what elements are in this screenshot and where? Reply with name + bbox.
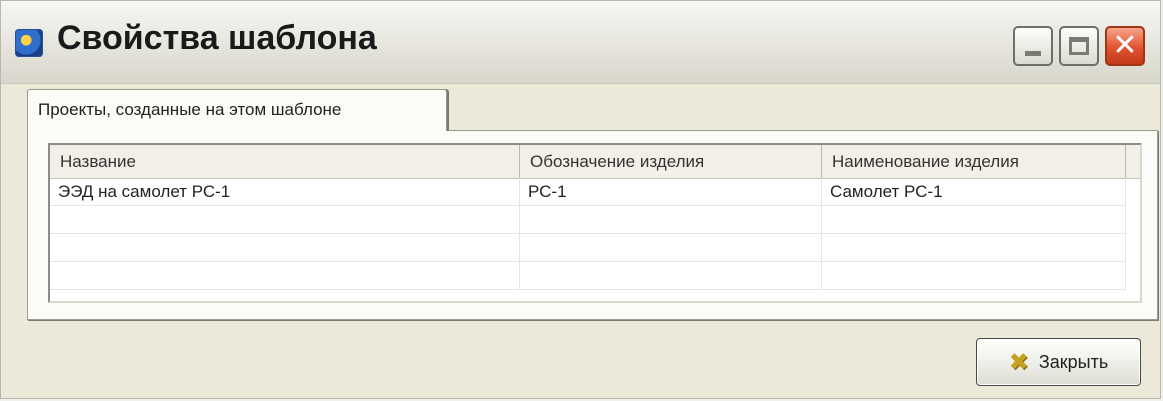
cell-name xyxy=(50,234,520,262)
projects-table[interactable]: Название Обозначение изделия Наименовани… xyxy=(48,143,1142,303)
cell-designation xyxy=(520,234,822,262)
properties-window: Свойства шаблона ✕ Название Обозначение … xyxy=(0,0,1161,399)
cell-name xyxy=(50,206,520,234)
table-row[interactable] xyxy=(50,262,1126,290)
column-header-filler xyxy=(1126,145,1140,178)
column-header-product-name[interactable]: Наименование изделия xyxy=(822,145,1126,178)
title-bar[interactable]: Свойства шаблона ✕ xyxy=(1,1,1160,84)
app-globe-icon xyxy=(15,29,43,57)
window-title: Свойства шаблона xyxy=(57,19,377,57)
maximize-icon xyxy=(1069,37,1089,55)
tab-projects[interactable]: Проекты, созданные на этом шаблоне xyxy=(27,89,447,131)
minimize-button[interactable] xyxy=(1013,26,1053,66)
table-row[interactable] xyxy=(50,206,1126,234)
minimize-icon xyxy=(1025,50,1041,56)
cell-product-name xyxy=(822,262,1126,290)
maximize-button[interactable] xyxy=(1059,26,1099,66)
close-icon: ✕ xyxy=(1112,28,1138,63)
cell-name: ЭЭД на самолет РС-1 xyxy=(50,178,520,206)
close-x-icon: ✖ xyxy=(1008,348,1029,376)
window-close-button[interactable]: ✕ xyxy=(1105,26,1145,66)
cell-product-name: Самолет РС-1 xyxy=(822,178,1126,206)
close-button[interactable]: ✖ Закрыть xyxy=(976,338,1141,386)
table-row[interactable] xyxy=(50,234,1126,262)
cell-product-name xyxy=(822,206,1126,234)
tab-panel-projects: Название Обозначение изделия Наименовани… xyxy=(27,130,1158,320)
table-row[interactable]: ЭЭД на самолет РС-1 РС-1 Самолет РС-1 xyxy=(50,178,1126,206)
cell-designation xyxy=(520,206,822,234)
tab-label: Проекты, созданные на этом шаблоне xyxy=(38,100,342,119)
cell-product-name xyxy=(822,234,1126,262)
close-button-label: Закрыть xyxy=(1038,351,1109,372)
cell-name xyxy=(50,262,520,290)
cell-designation: РС-1 xyxy=(520,178,822,206)
column-header-name[interactable]: Название xyxy=(50,145,520,178)
cell-designation xyxy=(520,262,822,290)
column-header-designation[interactable]: Обозначение изделия xyxy=(520,145,822,178)
table-header: Название Обозначение изделия Наименовани… xyxy=(50,145,1140,179)
